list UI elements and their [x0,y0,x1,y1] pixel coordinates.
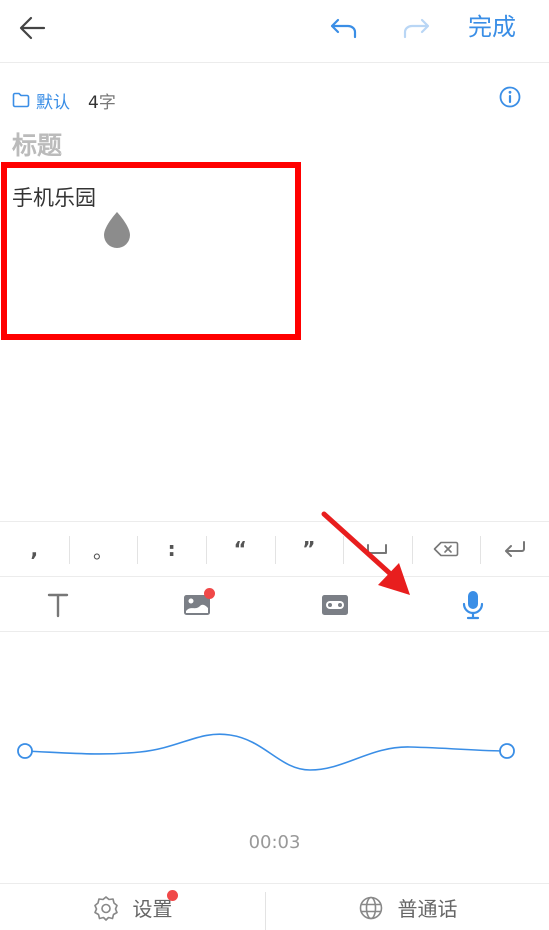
gear-icon [93,895,118,921]
recording-timer: 00:03 [248,832,301,853]
punct-key-colon[interactable]: : [137,522,206,576]
space-icon [367,544,388,554]
arrow-left-icon [19,16,46,40]
note-meta: 默认 4字 [12,86,116,114]
redo-button[interactable] [398,10,434,46]
punct-key-colon-label: : [167,537,176,561]
punct-key-open-quote[interactable]: “ [205,522,275,576]
punct-key-space[interactable] [343,522,412,576]
word-count-unit: 字 [98,92,116,113]
info-icon [499,86,521,108]
insert-tape-button[interactable] [317,587,353,623]
punct-key-open-quote-label: “ [233,537,247,561]
editor-toolbar [0,578,549,632]
punct-key-close-quote[interactable]: ” [274,522,344,576]
done-button[interactable]: 完成 [468,8,516,46]
punctuation-bar: , 。 : “ ” [0,521,549,577]
settings-badge [167,890,178,901]
punct-key-close-quote-label: ” [302,537,316,561]
word-count-number: 4 [88,92,99,113]
insert-image-button[interactable] [179,587,215,623]
undo-button[interactable] [326,10,362,46]
image-badge [204,588,215,599]
header-divider [0,62,549,63]
punct-key-period[interactable]: 。 [68,522,138,576]
undo-icon [330,18,357,39]
punct-key-enter[interactable] [480,522,549,576]
backspace-icon [433,541,459,557]
info-button[interactable] [498,85,522,109]
globe-icon [359,896,382,919]
back-button[interactable] [14,10,50,46]
voice-waveform [17,733,515,771]
punct-key-comma[interactable]: , [0,522,69,576]
text-format-icon [47,593,69,618]
punct-key-period-label: 。 [92,538,113,563]
text-format-button[interactable] [40,587,76,623]
folder-label[interactable]: 默认 [36,88,70,113]
punct-key-comma-label: , [30,537,39,561]
cassette-icon [322,595,348,615]
waveform-end-point [499,743,515,759]
voice-input-button[interactable] [455,587,491,623]
enter-icon [504,541,525,557]
voice-bottom-bar: 设置 普通话 [0,883,549,930]
highlight-annotation-box [1,162,301,340]
settings-button[interactable]: 设置 [0,884,265,930]
microphone-icon [462,591,484,620]
waveform-start-point [17,743,33,759]
language-label: 普通话 [397,897,458,921]
language-button[interactable]: 普通话 [266,884,549,930]
title-input[interactable]: 标题 [12,126,62,162]
word-count: 4字 [88,88,116,113]
top-bar: 完成 [0,0,549,58]
folder-icon[interactable] [12,92,30,108]
punct-key-backspace[interactable] [411,522,481,576]
redo-icon [403,18,430,39]
